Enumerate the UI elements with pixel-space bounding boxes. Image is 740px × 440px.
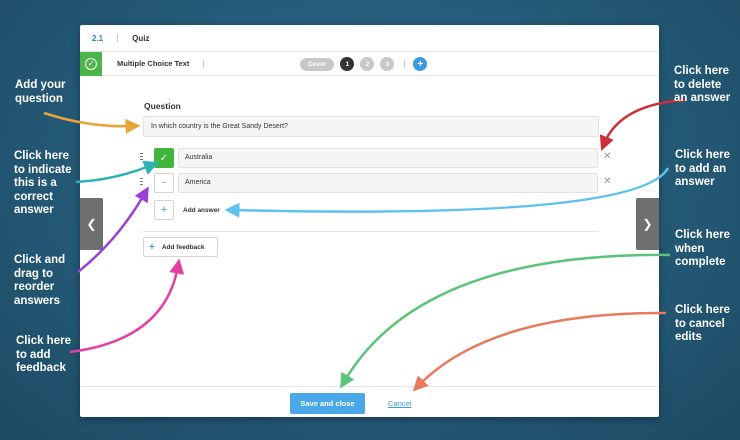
arrow-to-drag-handle <box>77 186 149 273</box>
arrow-to-add-answer <box>224 167 670 218</box>
callout-when-complete: Click here when complete <box>675 229 730 268</box>
callout-add-answer: Click here to add an answer <box>675 149 730 188</box>
callout-add-feedback: Click here to add feedback <box>16 335 71 374</box>
callout-indicate-correct: Click here to indicate this is a correct… <box>14 150 72 216</box>
arrow-to-correct-toggle <box>75 160 159 184</box>
arrow-to-question <box>43 111 141 134</box>
annotation-arrows <box>43 98 687 392</box>
arrow-to-feedback <box>69 258 185 354</box>
callout-add-question: Add your question <box>15 79 66 105</box>
arrow-to-delete <box>599 98 687 151</box>
callout-cancel-edits: Click here to cancel edits <box>675 304 730 343</box>
arrow-to-cancel <box>412 311 667 392</box>
callout-delete-answer: Click here to delete an answer <box>674 65 731 104</box>
callout-drag-reorder: Click and drag to reorder answers <box>14 254 66 307</box>
arrow-to-save <box>340 253 671 389</box>
